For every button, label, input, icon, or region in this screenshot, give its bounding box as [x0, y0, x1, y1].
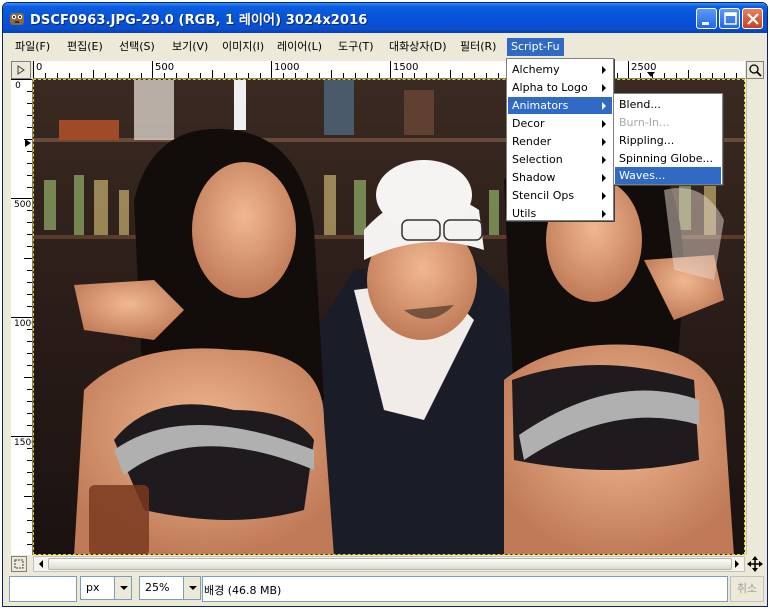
submenu-arrow-icon: [602, 210, 606, 218]
menu-item-render[interactable]: Render: [508, 133, 612, 150]
submenu-arrow-icon: [602, 102, 606, 110]
move-cross-icon: [747, 556, 763, 572]
image-window: DSCF0963.JPG-29.0 (RGB, 1 레이어) 3024x2016…: [2, 2, 768, 607]
menu-item-burn-in: Burn-In...: [619, 116, 670, 129]
menu-item-label: Stencil Ops: [512, 189, 575, 202]
submenu-arrow-icon: [602, 192, 606, 200]
navigate-button[interactable]: [746, 61, 764, 79]
submenu-arrow-icon: [602, 156, 606, 164]
submenu-arrow-icon: [602, 120, 606, 128]
menu-item-selection[interactable]: Selection: [508, 151, 612, 168]
arrow-menu-icon: [17, 65, 25, 75]
horizontal-scrollbar[interactable]: [33, 556, 745, 572]
menu-filters[interactable]: 필터(R): [456, 38, 500, 56]
menu-item-label: Decor: [512, 117, 545, 130]
ruler-label: 500: [155, 62, 175, 73]
title-bar[interactable]: DSCF0963.JPG-29.0 (RGB, 1 레이어) 3024x2016: [3, 3, 767, 33]
animators-submenu: Blend... Burn-In... Rippling... Spinning…: [613, 93, 723, 185]
menu-select[interactable]: 선택(S): [115, 38, 159, 56]
menu-item-label: Utils: [512, 207, 537, 220]
close-icon: [747, 13, 759, 25]
menu-item-label: Render: [512, 135, 552, 148]
status-bar: px 25% 배경 (46.8 MB) 취소: [3, 573, 767, 606]
menu-layer[interactable]: 레이어(L): [273, 38, 326, 56]
scroll-thumb[interactable]: [48, 558, 732, 570]
zoom-value: 25%: [145, 581, 170, 594]
submenu-arrow-icon: [602, 138, 606, 146]
menu-item-waves[interactable]: Waves...: [615, 167, 721, 184]
menu-file[interactable]: 파일(F): [11, 38, 54, 56]
ruler-label: 2500: [631, 62, 657, 73]
menu-edit[interactable]: 편집(E): [63, 38, 107, 56]
window-title: DSCF0963.JPG-29.0 (RGB, 1 레이어) 3024x2016: [30, 13, 368, 28]
script-fu-menu: Alchemy Alpha to Logo Animators Decor Re…: [506, 58, 614, 221]
menu-item-stencil-ops[interactable]: Stencil Ops: [508, 187, 612, 204]
quick-mask-toggle[interactable]: [11, 61, 31, 79]
quick-mask-button[interactable]: [11, 556, 27, 572]
minimize-icon: [702, 22, 709, 25]
menu-item-label: Alpha to Logo: [512, 81, 588, 94]
menu-bar: 파일(F) 편집(E) 선택(S) 보기(V) 이미지(I) 레이어(L) 도구…: [3, 33, 767, 59]
horizontal-ruler: 0 500 1000 1500 2000 2500: [33, 61, 745, 79]
ruler-label: 0: [36, 62, 43, 73]
magnifier-icon: [749, 64, 762, 77]
menu-item-alpha-to-logo[interactable]: Alpha to Logo: [508, 79, 612, 96]
minimize-button[interactable]: [696, 8, 717, 29]
cancel-button[interactable]: 취소: [730, 576, 764, 602]
zoom-select[interactable]: 25%: [139, 576, 201, 600]
ruler-label: 1500: [14, 438, 32, 448]
vertical-scrollbar[interactable]: [746, 79, 764, 555]
ruler-label: 500: [14, 200, 32, 210]
menu-image[interactable]: 이미지(I): [218, 38, 268, 56]
submenu-arrow-icon: [602, 84, 606, 92]
menu-item-utils[interactable]: Utils: [508, 205, 612, 222]
menu-item-rippling[interactable]: Rippling...: [615, 132, 721, 149]
menu-item-label: Alchemy: [512, 63, 560, 76]
submenu-arrow-icon: [602, 174, 606, 182]
close-button[interactable]: [742, 8, 763, 29]
menu-item-spinning-globe[interactable]: Spinning Globe...: [615, 150, 721, 167]
chevron-down-icon[interactable]: [183, 577, 200, 599]
dashed-rect-icon: [14, 559, 24, 569]
vertical-ruler-ticks: [11, 79, 32, 545]
maximize-button[interactable]: [719, 8, 740, 29]
menu-dialogs[interactable]: 대화상자(D): [385, 38, 451, 56]
menu-item-label: Animators: [512, 99, 569, 112]
pointer-coordinates: [9, 576, 77, 602]
horizontal-scroll-row: [11, 556, 764, 572]
arrow-right-icon: [735, 560, 739, 568]
menu-item-decor[interactable]: Decor: [508, 115, 612, 132]
menu-view[interactable]: 보기(V): [168, 38, 212, 56]
vertical-ruler: 0 500 1000 1500: [11, 79, 33, 555]
scroll-left-arrow[interactable]: [34, 557, 48, 571]
navigate-move-button[interactable]: [747, 556, 763, 572]
submenu-arrow-icon: [602, 66, 606, 74]
maximize-icon: [724, 12, 737, 25]
chevron-down-icon[interactable]: [114, 577, 131, 599]
menu-item-blend[interactable]: Blend...: [615, 96, 721, 113]
menu-script-fu[interactable]: Script-Fu: [507, 38, 564, 56]
arrow-left-icon: [39, 560, 43, 568]
ruler-label: 1000: [14, 319, 32, 329]
menu-item-animators[interactable]: Animators: [508, 97, 612, 114]
unit-select[interactable]: px: [80, 576, 132, 600]
menu-tools[interactable]: 도구(T): [334, 38, 378, 56]
menu-item-label: Shadow: [512, 171, 556, 184]
scroll-right-arrow[interactable]: [730, 557, 744, 571]
menu-item-shadow[interactable]: Shadow: [508, 169, 612, 186]
status-message: 배경 (46.8 MB): [204, 584, 282, 597]
ruler-label: 0: [15, 81, 21, 91]
menu-item-label: Selection: [512, 153, 563, 166]
gimp-app-icon: [10, 13, 24, 25]
menu-item-alchemy[interactable]: Alchemy: [508, 61, 612, 78]
ruler-label: 1000: [274, 62, 300, 73]
unit-value: px: [86, 581, 100, 594]
ruler-label: 1500: [393, 62, 419, 73]
